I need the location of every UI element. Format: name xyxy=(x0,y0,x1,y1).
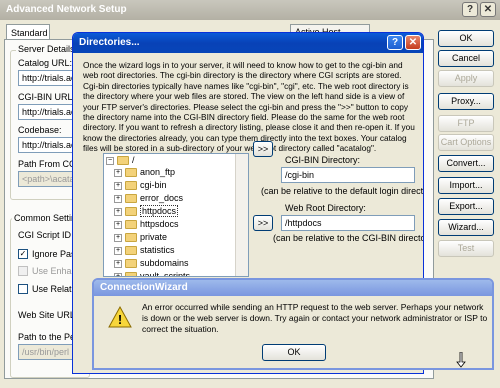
ftp-options-button[interactable]: FTP Options... xyxy=(438,115,494,143)
expand-icon[interactable]: + xyxy=(114,233,122,242)
warning-glyph: ! xyxy=(118,312,122,327)
ftp-directory-tree[interactable]: − / + anon_ftp + cgi-bin + error_docs + httpd… xyxy=(103,153,249,277)
tree-scrollbar[interactable] xyxy=(235,154,248,276)
cgibin-url-label: CGI-BIN URL: xyxy=(18,92,76,102)
apply-button[interactable]: Apply xyxy=(438,70,494,87)
folder-icon xyxy=(125,220,137,230)
main-help-button[interactable]: ? xyxy=(462,2,478,17)
tree-item-root[interactable]: − / xyxy=(106,155,135,167)
import-button[interactable]: Import... xyxy=(438,177,494,194)
tree-item-statistics[interactable]: + statistics xyxy=(114,245,175,257)
folder-icon xyxy=(125,233,137,243)
folder-open-icon xyxy=(117,156,129,166)
webroot-directory-input[interactable]: /httpdocs xyxy=(281,215,415,231)
ignore-passive-checkbox[interactable]: ✓ xyxy=(18,249,28,259)
cart-options-button[interactable]: Cart Options xyxy=(438,134,494,151)
wizard-button[interactable]: Wizard... xyxy=(438,219,494,236)
export-button[interactable]: Export... xyxy=(438,198,494,215)
convert-button[interactable]: Convert... xyxy=(438,155,494,172)
use-relative-checkbox[interactable] xyxy=(18,284,28,294)
proxy-button[interactable]: Proxy... xyxy=(438,93,494,110)
folder-icon xyxy=(125,181,137,191)
folder-icon xyxy=(125,194,137,204)
use-enhanced-checkbox[interactable] xyxy=(18,266,28,276)
connection-wizard-title: ConnectionWizard xyxy=(100,282,188,293)
directories-titlebar: Directories... xyxy=(73,33,423,53)
directories-instructions: Once the wizard logs in to your server, … xyxy=(83,60,415,154)
tree-item-subdomains[interactable]: + subdomains xyxy=(114,258,189,270)
expand-icon[interactable]: + xyxy=(114,272,122,276)
expand-icon[interactable]: + xyxy=(114,207,122,216)
tab-standard[interactable]: Standard xyxy=(6,24,50,40)
expand-icon[interactable]: + xyxy=(114,246,122,255)
cgibin-directory-label: CGI-BIN Directory: xyxy=(285,155,361,165)
tree-item-error-docs[interactable]: + error_docs xyxy=(114,193,183,205)
cgibin-directory-input[interactable]: /cgi-bin xyxy=(281,167,415,183)
connection-wizard-ok-button[interactable]: OK xyxy=(262,344,326,361)
copy-webroot-button[interactable]: >> xyxy=(253,215,273,231)
catalog-url-label: Catalog URL: xyxy=(18,58,73,68)
main-window-title: Advanced Network Setup xyxy=(6,4,127,15)
directories-title: Directories... xyxy=(79,37,140,48)
collapse-icon[interactable]: − xyxy=(106,156,114,165)
webroot-directory-label: Web Root Directory: xyxy=(285,203,366,213)
directories-close-button[interactable]: ✕ xyxy=(405,35,421,50)
expand-icon[interactable]: + xyxy=(114,194,122,203)
main-close-button[interactable]: ✕ xyxy=(480,2,496,17)
cgibin-directory-note: (can be relative to the default login di… xyxy=(261,186,424,196)
folder-icon xyxy=(125,168,137,178)
folder-icon xyxy=(125,207,137,217)
tree-item-vault-scripts[interactable]: + vault_scripts xyxy=(114,271,190,276)
server-details-label: Server Details xyxy=(16,44,77,54)
folder-icon xyxy=(125,272,137,276)
codebase-label: Codebase: xyxy=(18,125,62,135)
directories-help-button[interactable]: ? xyxy=(387,35,403,50)
tree-item-anon-ftp[interactable]: + anon_ftp xyxy=(114,167,175,179)
cancel-button[interactable]: Cancel xyxy=(438,50,494,67)
warning-icon: ! xyxy=(108,305,132,328)
tree-item-httpdocs[interactable]: + httpdocs xyxy=(114,205,179,218)
test-button[interactable]: Test xyxy=(438,240,494,257)
expand-icon[interactable]: + xyxy=(114,181,122,190)
tree-item-private[interactable]: + private xyxy=(114,232,167,244)
connection-wizard-dialog: ConnectionWizard ! An error occurred whi… xyxy=(92,278,494,370)
connection-wizard-titlebar: ConnectionWizard xyxy=(94,280,492,296)
expand-icon[interactable]: + xyxy=(114,220,122,229)
expand-icon[interactable]: + xyxy=(114,259,122,268)
tree-item-cgi-bin[interactable]: + cgi-bin xyxy=(114,180,167,192)
website-url-label: Web Site URL: xyxy=(18,310,78,320)
copy-cgibin-button[interactable]: >> xyxy=(253,141,273,157)
mouse-cursor-icon xyxy=(456,351,466,368)
expand-icon[interactable]: + xyxy=(114,168,122,177)
folder-icon xyxy=(125,259,137,269)
webroot-directory-note: (can be relative to the CGI-BIN director… xyxy=(273,233,424,243)
folder-icon xyxy=(125,246,137,256)
connection-wizard-message: An error occurred while sending an HTTP … xyxy=(142,302,488,334)
tree-item-httpsdocs[interactable]: + httpsdocs xyxy=(114,219,179,231)
main-titlebar: Advanced Network Setup xyxy=(0,0,500,20)
ok-button[interactable]: OK xyxy=(438,30,494,47)
